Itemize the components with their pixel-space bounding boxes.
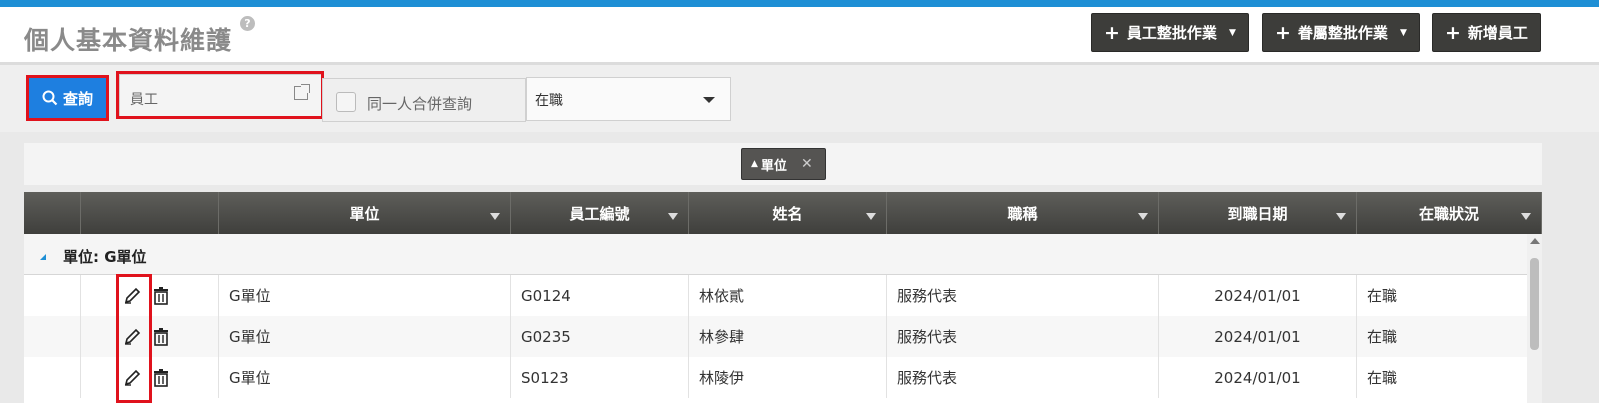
sort-asc-icon: ▲ [751, 159, 758, 169]
cell-start-date: 2024/01/01 [1159, 275, 1357, 316]
status-select-value: 在職 [535, 93, 563, 109]
group-by-bar: ▲ 單位 ✕ [24, 143, 1542, 185]
plus-icon: + [1104, 21, 1120, 44]
employee-batch-button[interactable]: + 員工整批作業 ▼ [1091, 13, 1249, 52]
cell-title: 服務代表 [887, 357, 1159, 398]
add-employee-button[interactable]: + 新增員工 [1432, 13, 1541, 52]
scroll-up-icon[interactable] [1530, 238, 1540, 244]
grid-header: 單位 員工編號 姓名 職稱 到職日期 在職狀況 [24, 192, 1542, 234]
group-chip-unit[interactable]: ▲ 單位 ✕ [741, 148, 826, 180]
header-cell-name[interactable]: 姓名 [689, 192, 887, 234]
help-icon[interactable]: ? [240, 16, 255, 31]
cell-emp-no: G0124 [511, 275, 689, 316]
trash-icon[interactable] [152, 287, 170, 305]
table-row: G單位 G0124 林依貳 服務代表 2024/01/01 在職 [24, 275, 1527, 316]
trash-icon[interactable] [152, 328, 170, 346]
cell-emp-no: S0123 [511, 357, 689, 398]
cell-name: 林陵伊 [689, 357, 887, 398]
add-employee-label: 新增員工 [1467, 24, 1528, 42]
cell-start-date: 2024/01/01 [1159, 357, 1357, 398]
employee-grid: 單位 員工編號 姓名 職稱 到職日期 在職狀況 單位: G單位 G單位 G012… [24, 192, 1542, 403]
collapse-icon[interactable] [40, 254, 46, 260]
page-title: 個人基本資料維護 [24, 26, 233, 55]
cell-unit: G單位 [219, 316, 511, 357]
cell-unit: G單位 [219, 357, 511, 398]
chevron-down-icon [703, 97, 715, 103]
highlight-box [26, 75, 109, 121]
header-label: 單位 [349, 204, 380, 223]
cell-name: 林依貳 [689, 275, 887, 316]
filter-icon[interactable] [866, 213, 876, 220]
filter-toolbar: 查詢 員工 同一人合併查詢 在職 [0, 62, 1599, 132]
cell-title: 服務代表 [887, 316, 1159, 357]
employment-status-select[interactable]: 在職 [526, 77, 731, 121]
filter-icon[interactable] [490, 213, 500, 220]
header-label: 姓名 [772, 204, 803, 223]
filter-icon[interactable] [1521, 213, 1531, 220]
top-accent-bar [0, 0, 1599, 7]
cell-status: 在職 [1367, 328, 1398, 346]
header-label: 職稱 [1007, 204, 1038, 223]
row-indent-cell [24, 316, 81, 357]
cell-start-date: 2024/01/01 [1159, 316, 1357, 357]
header-cell-group [24, 192, 81, 234]
merge-query-checkbox[interactable] [336, 92, 356, 112]
trash-icon[interactable] [152, 369, 170, 387]
scroll-thumb[interactable] [1530, 258, 1539, 350]
header-cell-status[interactable]: 在職狀況 [1357, 192, 1542, 234]
header-label: 到職日期 [1227, 204, 1288, 223]
group-row[interactable]: 單位: G單位 [24, 234, 1527, 275]
filter-icon[interactable] [668, 213, 678, 220]
highlight-box [116, 274, 152, 403]
employee-batch-label: 員工整批作業 [1126, 24, 1217, 42]
cell-unit: G單位 [219, 275, 511, 316]
cell-emp-no: G0235 [511, 316, 689, 357]
highlight-box [116, 71, 324, 119]
header-cell-emp-no[interactable]: 員工編號 [511, 192, 689, 234]
row-indent-cell [24, 275, 81, 316]
table-row: G單位 G0235 林參肆 服務代表 2024/01/01 在職 [24, 316, 1527, 357]
plus-icon: + [1445, 21, 1461, 44]
plus-icon: + [1275, 21, 1291, 44]
vertical-scrollbar[interactable] [1527, 234, 1542, 403]
row-indent-cell [24, 357, 81, 398]
merge-query-option[interactable]: 同一人合併查詢 [322, 78, 526, 122]
header-cell-unit[interactable]: 單位 [219, 192, 511, 234]
cell-name: 林參肆 [689, 316, 887, 357]
group-row-label: 單位: G單位 [63, 248, 147, 266]
header-cell-actions [81, 192, 219, 234]
group-chip-label: 單位 [760, 158, 787, 174]
close-icon[interactable]: ✕ [801, 156, 813, 172]
cell-status: 在職 [1367, 369, 1398, 387]
chevron-down-icon: ▼ [1228, 27, 1236, 38]
header-label: 在職狀況 [1418, 204, 1479, 223]
table-row: G單位 S0123 林陵伊 服務代表 2024/01/01 在職 [24, 357, 1527, 398]
dependent-batch-button[interactable]: + 眷屬整批作業 ▼ [1262, 13, 1420, 52]
cell-title: 服務代表 [887, 275, 1159, 316]
header-cell-title[interactable]: 職稱 [887, 192, 1159, 234]
filter-icon[interactable] [1138, 213, 1148, 220]
cell-status: 在職 [1367, 287, 1398, 305]
header-cell-start-date[interactable]: 到職日期 [1159, 192, 1357, 234]
header-label: 員工編號 [569, 204, 630, 223]
dependent-batch-label: 眷屬整批作業 [1297, 24, 1388, 42]
chevron-down-icon: ▼ [1399, 27, 1407, 38]
filter-icon[interactable] [1336, 213, 1346, 220]
merge-query-label: 同一人合併查詢 [367, 95, 473, 113]
page-header: 個人基本資料維護 ? + 員工整批作業 ▼ + 眷屬整批作業 ▼ + 新增員工 [0, 7, 1599, 62]
